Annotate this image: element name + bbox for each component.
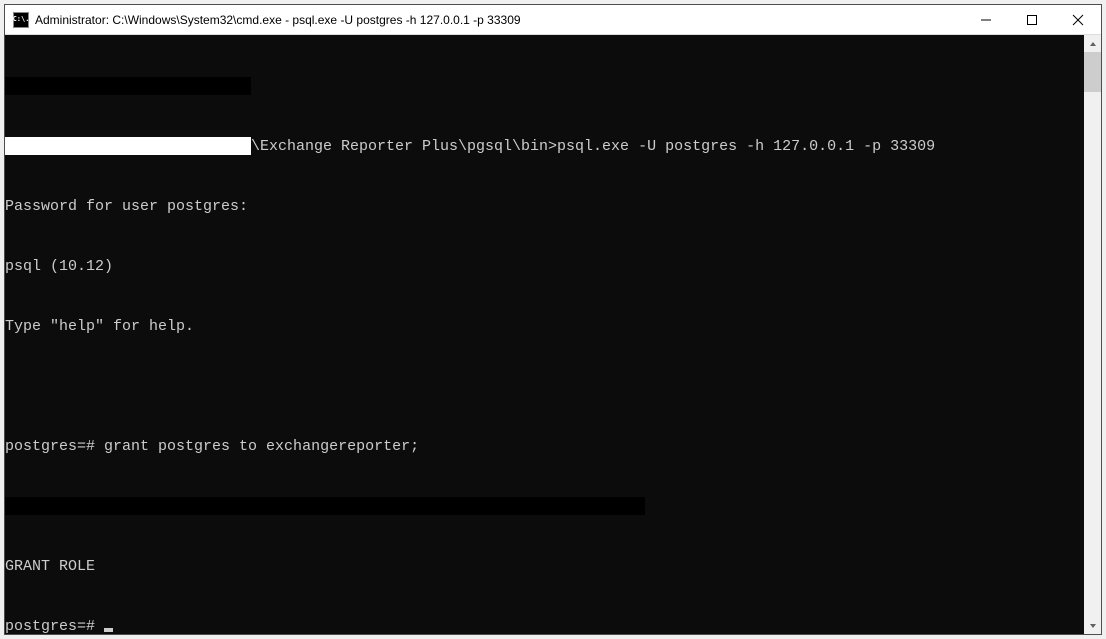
redacted-block (5, 137, 251, 155)
terminal-text: Type "help" for help. (5, 318, 194, 335)
window-controls (963, 5, 1101, 34)
chevron-up-icon (1089, 40, 1097, 48)
cmd-icon: C:\. (13, 12, 29, 28)
redacted-block (5, 77, 251, 95)
terminal-text: \Exchange Reporter Plus\pgsql\bin>psql.e… (251, 138, 935, 155)
maximize-icon (1027, 15, 1037, 25)
scroll-thumb[interactable] (1084, 52, 1101, 92)
terminal-text: GRANT ROLE (5, 558, 95, 575)
close-icon (1072, 14, 1084, 26)
maximize-button[interactable] (1009, 5, 1055, 34)
terminal-line (5, 497, 1084, 517)
close-button[interactable] (1055, 5, 1101, 34)
terminal-text: Password for user postgres: (5, 198, 248, 215)
terminal-line (5, 377, 1084, 397)
content-area: \Exchange Reporter Plus\pgsql\bin>psql.e… (5, 35, 1101, 634)
terminal-text: psql (10.12) (5, 258, 113, 275)
vertical-scrollbar[interactable] (1084, 35, 1101, 634)
prompt-text: postgres=# (5, 438, 104, 455)
cmd-window: C:\. Administrator: C:\Windows\System32\… (4, 4, 1102, 635)
terminal-line: postgres=# (5, 617, 1084, 634)
command-text: grant postgres to exchangereporter; (104, 438, 419, 455)
cmd-icon-text: C:\. (13, 16, 30, 23)
chevron-down-icon (1089, 622, 1097, 630)
terminal-line: Type "help" for help. (5, 317, 1084, 337)
redacted-block (5, 497, 645, 515)
window-title: Administrator: C:\Windows\System32\cmd.e… (35, 13, 963, 27)
terminal-line: postgres=# grant postgres to exchangerep… (5, 437, 1084, 457)
titlebar[interactable]: C:\. Administrator: C:\Windows\System32\… (5, 5, 1101, 35)
scroll-track[interactable] (1084, 52, 1101, 617)
terminal-line: psql (10.12) (5, 257, 1084, 277)
minimize-button[interactable] (963, 5, 1009, 34)
scroll-down-button[interactable] (1084, 617, 1101, 634)
terminal-line: GRANT ROLE (5, 557, 1084, 577)
scroll-up-button[interactable] (1084, 35, 1101, 52)
terminal-line: Password for user postgres: (5, 197, 1084, 217)
cursor (104, 628, 113, 632)
terminal-line (5, 77, 1084, 97)
terminal-line: \Exchange Reporter Plus\pgsql\bin>psql.e… (5, 137, 1084, 157)
minimize-icon (981, 15, 991, 25)
terminal-output[interactable]: \Exchange Reporter Plus\pgsql\bin>psql.e… (5, 35, 1084, 634)
prompt-text: postgres=# (5, 618, 104, 634)
